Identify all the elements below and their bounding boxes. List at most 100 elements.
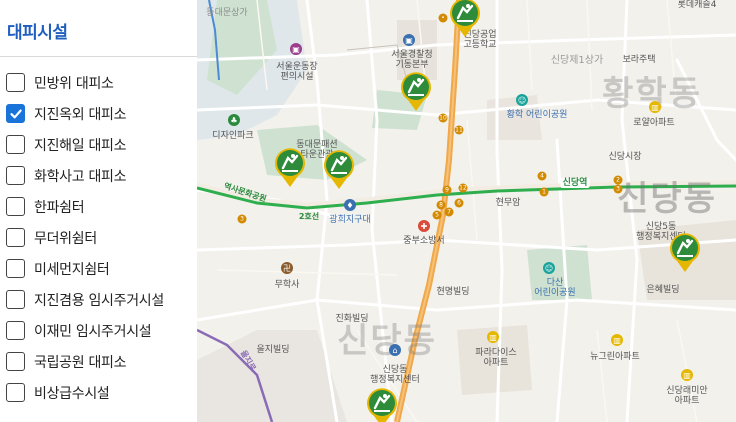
map-label: 신당시장 [608,152,642,162]
earthquake-shelter-icon [367,388,397,422]
filter-civil-defense[interactable]: 민방위 대피소 [0,67,197,98]
park-icon[interactable]: ♣ [228,114,240,126]
filter-label: 민방위 대피소 [34,75,114,92]
subway-exit-marker: 1 [539,187,549,197]
subway-exit-marker: 6 [454,198,464,208]
checkbox[interactable] [6,383,25,402]
filter-label: 화학사고 대피소 [34,168,127,185]
checkbox[interactable] [6,228,25,247]
map-label: 황학 어린이공원 [506,110,568,120]
subway-exit-marker: 5 [432,210,442,220]
filter-label: 무더위쉼터 [34,230,97,247]
filter-label: 지진겸용 임시주거시설 [34,292,164,309]
map-label: 뉴그린아파트 [590,352,640,362]
filter-label: 이재민 임시주거시설 [34,323,152,340]
filter-label: 국립공원 대피소 [34,354,127,371]
map-label: 서울경찰청 기동본부 [391,50,433,71]
subway-exit-marker: 3 [613,184,623,194]
checkbox[interactable] [6,352,25,371]
map-label: 광희지구대 [329,215,371,225]
panel-divider [0,56,197,57]
earthquake-shelter-icon [324,150,354,189]
filter-label: 한파쉼터 [34,199,85,216]
filter-emergency-water[interactable]: 비상급수시설 [0,377,197,408]
subway-exit-marker: 11 [454,125,464,135]
panel-title: 대피시설 [7,23,68,43]
checkbox[interactable] [6,135,25,154]
filter-earthquake-outdoor[interactable]: 지진옥외 대피소 [0,98,197,129]
road-label: 2호선 [298,212,320,221]
filter-fine-dust[interactable]: 미세먼지쉼터 [0,253,197,284]
temple-icon[interactable]: 卍 [281,262,293,274]
playground-icon[interactable]: ☺ [516,94,528,106]
filter-chemical[interactable]: 화학사고 대피소 [0,160,197,191]
map-label: 신당제1상가 [550,55,604,66]
earthquake-shelter-marker[interactable] [668,231,702,273]
map-label: 파라다이스 아파트 [475,348,517,369]
map-label: 현명빌딩 [436,287,470,297]
map-label: 보라주택 [622,55,656,65]
subway-exit-marker: 10 [438,113,448,123]
checkbox[interactable] [6,290,25,309]
building-icon[interactable]: ▣ [403,34,415,46]
district-label: 신당동 [337,321,437,361]
checkbox[interactable] [6,73,25,92]
fire-station-icon[interactable]: ✚ [418,220,430,232]
checkbox[interactable] [6,259,25,278]
checkbox-checked[interactable] [6,104,25,123]
landmark-icon[interactable]: ▣ [290,43,302,55]
apartment-icon[interactable]: ▥ [487,331,499,343]
apartment-icon[interactable]: ▥ [611,334,623,346]
filter-label: 지진옥외 대피소 [34,106,127,123]
apartment-icon[interactable]: ▥ [649,101,661,113]
apartment-icon[interactable]: ▥ [681,369,693,381]
district-label: 신당동 [617,179,717,219]
check-icon [9,109,22,118]
map-label: 다산 어린이공원 [534,278,576,299]
map-label: 은혜빌딩 [646,285,680,295]
filter-cold-shelter[interactable]: 한파쉼터 [0,191,197,222]
filter-national-park[interactable]: 국립공원 대피소 [0,346,197,377]
earthquake-shelter-icon [275,148,305,187]
map-label: 로얄아파트 [633,118,675,128]
filter-displaced-housing[interactable]: 이재민 임시주거시설 [0,315,197,346]
checkbox[interactable] [6,166,25,185]
police-icon[interactable]: ♦ [344,199,356,211]
earthquake-shelter-marker[interactable] [365,386,399,422]
filter-label: 미세먼지쉼터 [34,261,110,278]
earthquake-shelter-icon [670,233,700,272]
filter-earthquake-temp-housing[interactable]: 지진겸용 임시주거시설 [0,284,197,315]
earthquake-shelter-marker[interactable] [322,148,356,190]
map-label: 신당동 행정복지센터 [370,365,420,386]
earthquake-shelter-marker[interactable] [273,146,307,188]
subway-exit-marker: 4 [537,171,547,181]
filter-label: 비상급수시설 [34,385,110,402]
map-label: 무학사 [274,280,300,290]
shelter-filter-panel: 대피시설 민방위 대피소 지진옥외 대피소 지진해일 대피소 화학사고 대피소 … [0,0,197,422]
subway-exit-marker: 8 [436,200,446,210]
government-office-icon[interactable]: ⌂ [389,344,401,356]
earthquake-shelter-icon [401,72,431,111]
map-label: 중부소방서 [403,236,445,246]
earthquake-shelter-marker[interactable] [448,0,482,38]
subway-exit-marker: 9 [442,185,452,195]
subway-exit-marker: 2 [613,175,623,185]
checkbox[interactable] [6,197,25,216]
map-label: 신당래미안 아파트 [666,386,708,407]
map-label: 롯데캐슬4 [677,0,717,10]
subway-exit-marker: 12 [458,183,468,193]
filter-list: 민방위 대피소 지진옥외 대피소 지진해일 대피소 화학사고 대피소 한파쉼터 … [0,67,197,408]
checkbox[interactable] [6,321,25,340]
filter-label: 지진해일 대피소 [34,137,127,154]
subway-exit-marker: 7 [444,207,454,217]
filter-heat-shelter[interactable]: 무더위쉼터 [0,222,197,253]
map-view[interactable]: 동대문상가 롯데캐슬4 신당제1상가 서울운동장 편의시설 서울경찰청 기동본부… [197,0,736,422]
playground-icon[interactable]: ☺ [543,262,555,274]
filter-tsunami[interactable]: 지진해일 대피소 [0,129,197,160]
subway-exit-marker: 3 [237,214,247,224]
map-label: 현무암 [495,198,521,208]
map-label: 디자인파크 [212,131,254,141]
subway-exit-marker: • [438,13,448,23]
station-label[interactable]: 신당역 [560,178,590,189]
earthquake-shelter-marker[interactable] [399,70,433,112]
